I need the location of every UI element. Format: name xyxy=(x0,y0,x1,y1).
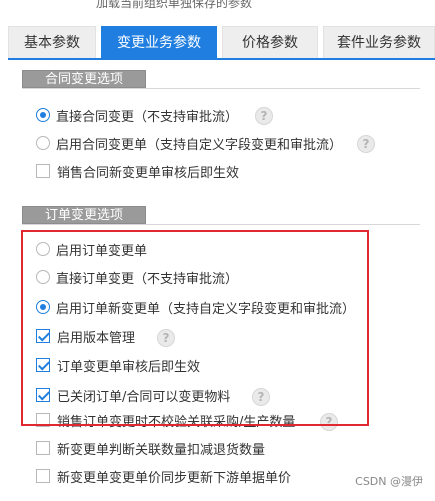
help-icon[interactable]: ? xyxy=(157,329,175,347)
section-divider xyxy=(22,88,420,89)
checkbox[interactable] xyxy=(36,469,50,483)
tab-change-business-params[interactable]: 变更业务参数 xyxy=(101,26,217,58)
option-label: 新变更单判断关联数量扣减退货数量 xyxy=(57,442,266,458)
help-icon[interactable]: ? xyxy=(320,413,338,431)
checkbox-checked[interactable] xyxy=(36,388,50,402)
help-icon[interactable]: ? xyxy=(252,388,270,406)
option-enable-order-change-form[interactable]: 启用订单变更单 xyxy=(36,238,147,260)
help-icon[interactable]: ? xyxy=(255,107,273,125)
radio-button[interactable] xyxy=(36,242,50,256)
option-direct-contract-change[interactable]: 直接合同变更（不支持审批流） xyxy=(36,104,238,126)
checkbox[interactable] xyxy=(36,413,50,427)
header-hint: 加载当前组织单独保存的参数 xyxy=(96,0,253,10)
option-label: 销售合同新变更单审核后即生效 xyxy=(57,165,240,181)
option-closed-order-can-change-material[interactable]: 已关闭订单/合同可以变更物料 xyxy=(36,384,230,406)
checkbox-checked[interactable] xyxy=(36,329,50,343)
option-label: 已关闭订单/合同可以变更物料 xyxy=(57,389,231,405)
option-direct-order-change[interactable]: 直接订单变更（不支持审批流） xyxy=(36,266,238,288)
section-title-contract-change: 合同变更选项 xyxy=(22,70,146,88)
radio-button-selected[interactable] xyxy=(36,108,50,122)
option-enable-version-management[interactable]: 启用版本管理 xyxy=(36,325,135,347)
tab-bar: 基本参数 变更业务参数 价格参数 套件业务参数 xyxy=(8,26,435,60)
section-divider xyxy=(22,224,420,225)
option-enable-new-order-change-form[interactable]: 启用订单新变更单（支持自定义字段变更和审批流） xyxy=(36,296,355,318)
radio-button[interactable] xyxy=(36,270,50,284)
checkbox[interactable] xyxy=(36,441,50,455)
option-label: 销售订单变更时不校验关联采购/生产数量 xyxy=(57,414,296,430)
option-label: 直接合同变更（不支持审批流） xyxy=(56,109,239,125)
option-order-change-effective-on-audit[interactable]: 订单变更单审核后即生效 xyxy=(36,354,200,376)
option-sync-downstream-unit-price[interactable]: 新变更单变更单价同步更新下游单据单价 xyxy=(36,465,291,487)
tab-suite-business-params[interactable]: 套件业务参数 xyxy=(323,26,435,58)
section-title-order-change: 订单变更选项 xyxy=(22,206,146,224)
option-deduct-return-quantity[interactable]: 新变更单判断关联数量扣减退货数量 xyxy=(36,437,265,459)
option-label: 直接订单变更（不支持审批流） xyxy=(56,271,239,287)
tab-price-params[interactable]: 价格参数 xyxy=(222,26,318,58)
option-contract-change-effective-on-audit[interactable]: 销售合同新变更单审核后即生效 xyxy=(36,160,239,182)
option-label: 新变更单变更单价同步更新下游单据单价 xyxy=(57,470,292,486)
checkbox[interactable] xyxy=(36,164,50,178)
help-icon[interactable]: ? xyxy=(357,135,375,153)
option-label: 启用版本管理 xyxy=(57,330,136,346)
option-skip-linked-quantity-check[interactable]: 销售订单变更时不校验关联采购/生产数量 xyxy=(36,409,295,431)
watermark: CSDN @漫伊 xyxy=(355,475,423,488)
option-label: 启用订单新变更单（支持自定义字段变更和审批流） xyxy=(56,301,356,317)
radio-button-selected[interactable] xyxy=(36,300,50,314)
tab-basic-params[interactable]: 基本参数 xyxy=(8,26,96,58)
radio-button[interactable] xyxy=(36,136,50,150)
option-label: 启用订单变更单 xyxy=(56,243,148,259)
option-enable-contract-change-form[interactable]: 启用合同变更单（支持自定义字段变更和审批流） xyxy=(36,132,342,154)
option-label: 订单变更单审核后即生效 xyxy=(57,359,201,375)
checkbox-checked[interactable] xyxy=(36,358,50,372)
option-label: 启用合同变更单（支持自定义字段变更和审批流） xyxy=(56,137,343,153)
